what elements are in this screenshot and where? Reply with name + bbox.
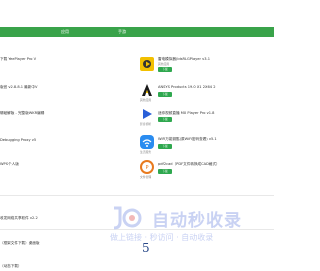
app-name[interactable]: 迷你视频直播 MX Player Pro v1.8 bbox=[158, 111, 214, 116]
tab-mobile-games[interactable]: 手游 bbox=[118, 27, 126, 37]
watermark-title: 自动秒收录 bbox=[152, 211, 242, 231]
download-button[interactable]: 下载 bbox=[158, 92, 172, 97]
app-name[interactable]: WiFi万能钥匙(原WiFi密码查看) v5.1 bbox=[158, 137, 217, 142]
watermark-logo-icon bbox=[113, 206, 142, 230]
app-name[interactable]: ANSYS Products 19.0 X1 2X64 2 bbox=[158, 85, 216, 89]
download-button[interactable]: 下载 bbox=[158, 67, 172, 72]
app-category: 生活服务 bbox=[140, 150, 152, 154]
wifi-icon[interactable] bbox=[140, 135, 154, 149]
app-name[interactable]: pdf2cad（PDF文件转换成CAD格式） bbox=[158, 162, 220, 167]
list-item-left-title[interactable]: WPS个人版 bbox=[0, 162, 19, 167]
app-category: 其他应用 bbox=[158, 62, 170, 66]
app-category: 文件管理 bbox=[140, 175, 152, 179]
ansys-icon[interactable] bbox=[140, 83, 154, 97]
list-item-left-title[interactable]: 版官 v2.8.8.1 最新中V bbox=[0, 85, 37, 90]
pdf-icon[interactable]: P bbox=[140, 160, 154, 174]
watermark: 自动秒收录 做上链接 · 秒访问 · 自动收录 bbox=[110, 206, 274, 256]
list-item-left-title[interactable]: （框架文件下载）桌面版 bbox=[0, 241, 40, 246]
download-button[interactable]: 下载 bbox=[158, 144, 172, 149]
tab-apps[interactable]: 应用 bbox=[61, 27, 69, 37]
download-button[interactable]: 下载 bbox=[158, 117, 172, 122]
top-header bbox=[0, 0, 274, 22]
list-item-left-title[interactable]: 辑破解版 - 完整版WKR编辑 bbox=[0, 111, 44, 116]
ld-icon[interactable] bbox=[140, 57, 154, 71]
watermark-subtitle: 做上链接 · 秒访问 · 自动收录 bbox=[110, 233, 214, 242]
app-category: 影音视听 bbox=[140, 122, 152, 126]
list-item-left-title[interactable]: Debugging Proxy v5 bbox=[0, 138, 36, 142]
list-item-left-title[interactable]: 收发网络共享软件 v2.2 bbox=[0, 216, 38, 221]
nav-bar: 应用 手游 bbox=[0, 27, 274, 37]
list-item-left-title[interactable]: 下载 YeePlayer Pro V bbox=[0, 57, 36, 62]
app-category: 其他应用 bbox=[140, 98, 152, 102]
svg-text:P: P bbox=[145, 165, 148, 171]
list-item-left-title[interactable]: （动态下载） bbox=[0, 264, 22, 269]
download-button[interactable]: 下载 bbox=[158, 169, 172, 174]
mx-play-icon[interactable] bbox=[140, 107, 154, 121]
section-divider bbox=[0, 195, 274, 196]
